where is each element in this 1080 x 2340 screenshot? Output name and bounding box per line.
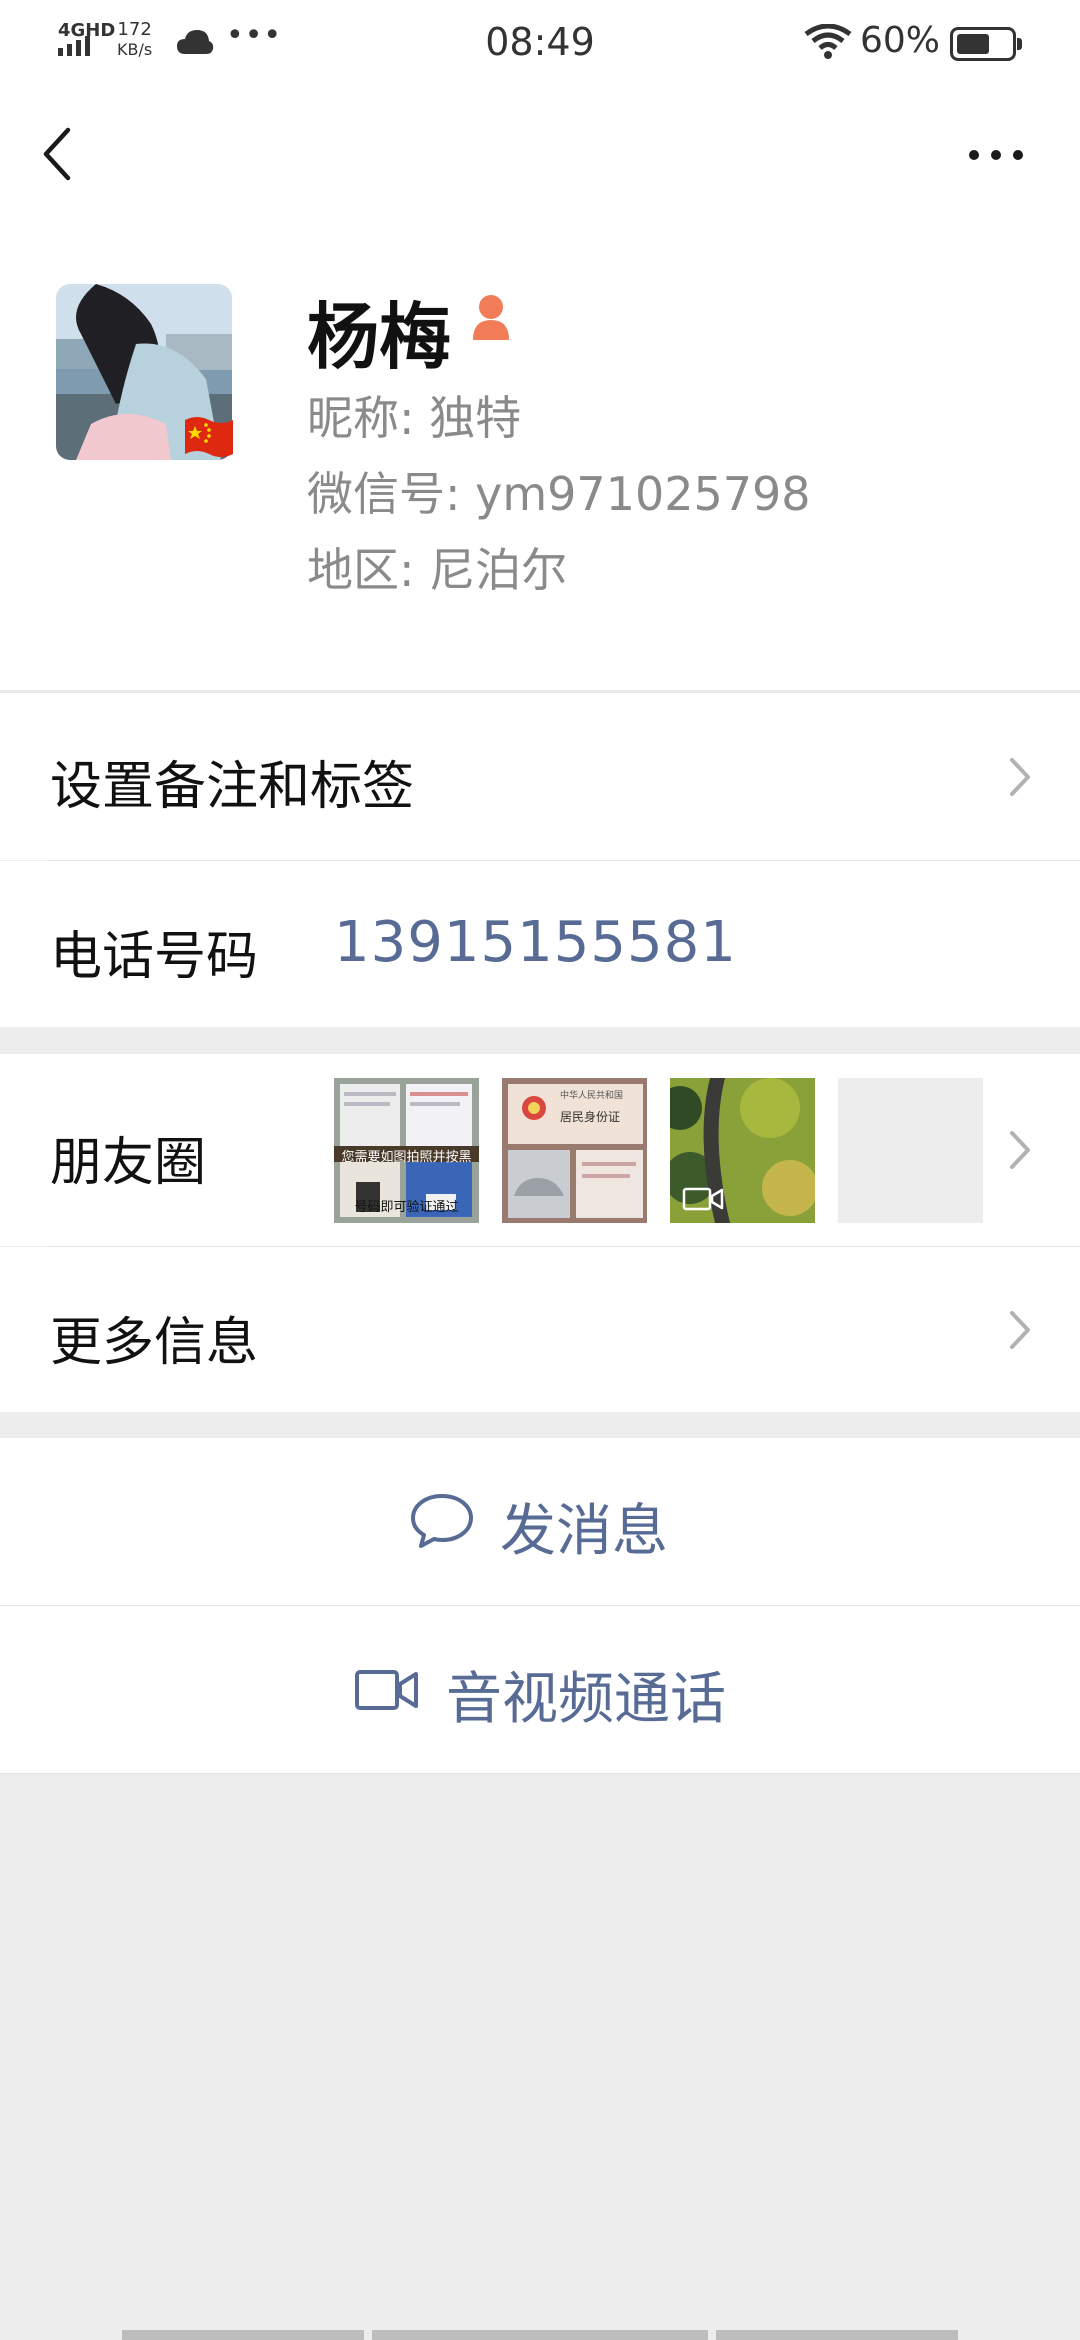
region-label: 地区: xyxy=(307,543,415,597)
more-info-label: 更多信息 xyxy=(50,1313,259,1373)
female-person-icon xyxy=(473,295,509,340)
status-bar: 4GHD 172 KB/s ••• 08:49 60% xyxy=(0,0,1080,84)
nickname-line: 昵称: 独特 xyxy=(307,382,521,448)
video-camera-icon xyxy=(682,1187,724,1211)
moments-thumbnail-placeholder[interactable] xyxy=(838,1078,983,1223)
nickname-value: 独特 xyxy=(429,391,522,445)
id-card-title-text: 居民身份证 xyxy=(560,1110,621,1124)
thumbnail-caption-line2: 号码即可验证通过 xyxy=(354,1200,459,1215)
phone-number-link[interactable]: 13915155581 xyxy=(334,910,737,975)
remark-tags-label: 设置备注和标签 xyxy=(50,757,415,817)
more-options-button[interactable] xyxy=(966,140,1026,170)
thumbnail-caption-line1: 您需要如图拍照并按黑 xyxy=(341,1150,472,1165)
nickname-label: 昵称: xyxy=(307,391,415,445)
video-call-label: 音视频通话 xyxy=(446,1667,726,1732)
wechat-id-label: 微信号: xyxy=(307,467,461,521)
video-camera-icon xyxy=(355,1670,418,1710)
chevron-right-icon xyxy=(1010,1131,1030,1169)
moments-thumbnail[interactable] xyxy=(670,1078,815,1223)
region-value: 尼泊尔 xyxy=(429,543,568,597)
wifi-icon xyxy=(804,24,852,59)
moments-label: 朋友圈 xyxy=(50,1133,207,1193)
chevron-right-icon xyxy=(1010,1311,1030,1349)
wechat-id-value: ym971025798 xyxy=(475,467,811,521)
wechat-id-line: 微信号: ym971025798 xyxy=(307,458,811,524)
id-card-header-text: 中华人民共和国 xyxy=(560,1091,624,1101)
moments-thumbnail[interactable]: 您需要如图拍照并按黑 号码即可验证通过 xyxy=(334,1078,479,1223)
divider xyxy=(0,1773,1080,1774)
chat-bubble-icon xyxy=(411,1494,473,1548)
contact-name: 杨梅 xyxy=(307,295,452,379)
moments-thumbnail[interactable]: 中华人民共和国 居民身份证 xyxy=(502,1078,647,1223)
battery-percent: 60% xyxy=(860,20,941,61)
send-message-label: 发消息 xyxy=(500,1499,668,1564)
nav-gesture-bar[interactable] xyxy=(122,2330,364,2340)
phone-label: 电话号码 xyxy=(50,927,259,987)
nav-gesture-bar[interactable] xyxy=(716,2330,958,2340)
back-button[interactable] xyxy=(38,124,78,184)
chevron-right-icon xyxy=(1010,758,1030,796)
country-flag-icon xyxy=(185,417,233,457)
battery-icon xyxy=(950,27,1022,61)
region-line: 地区: 尼泊尔 xyxy=(307,534,567,600)
nav-gesture-bar[interactable] xyxy=(372,2330,708,2340)
